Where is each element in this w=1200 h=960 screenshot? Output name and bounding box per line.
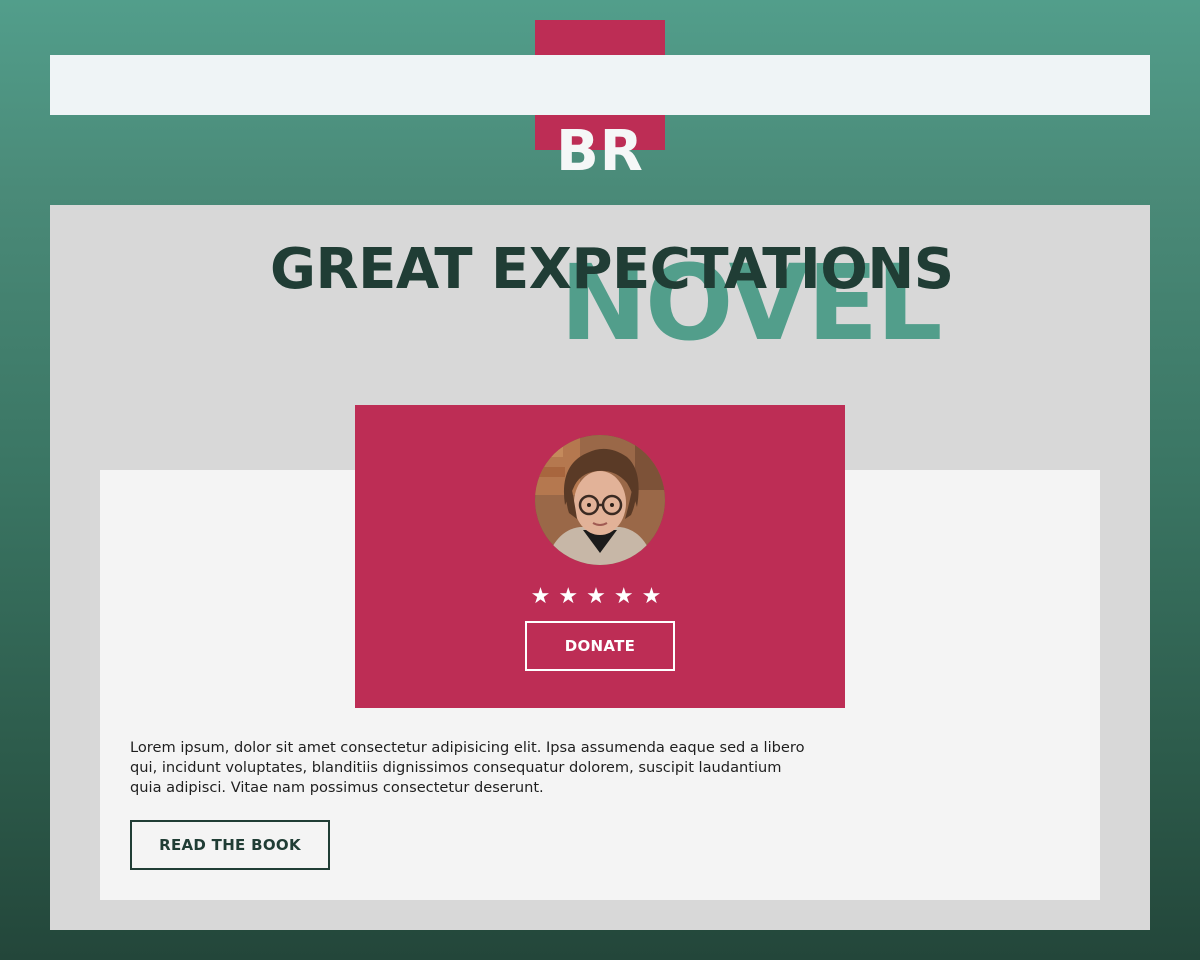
star-icon: ★: [586, 584, 614, 609]
star-icon: ★: [558, 584, 587, 609]
donate-button[interactable]: DONATE: [525, 621, 675, 671]
logo-text[interactable]: BR: [535, 118, 665, 186]
star-rating: ★★★★★: [355, 583, 845, 611]
star-icon: ★: [613, 584, 642, 609]
top-navigation-bar: [50, 55, 1150, 115]
avatar-image: [535, 435, 665, 565]
profile-card: ★★★★★ DONATE: [355, 405, 845, 708]
description-text: Lorem ipsum, dolor sit amet consectetur …: [130, 739, 805, 796]
star-icon: ★: [641, 584, 670, 609]
page-title: GREAT EXPECTATIONS: [270, 237, 954, 302]
avatar: [535, 435, 665, 565]
main-panel: NOVEL GREAT EXPECTATIONS ★★★★★ DONATE Lo…: [50, 205, 1150, 930]
star-icon: ★: [530, 584, 559, 609]
read-the-book-button[interactable]: READ THE BOOK: [130, 820, 330, 870]
